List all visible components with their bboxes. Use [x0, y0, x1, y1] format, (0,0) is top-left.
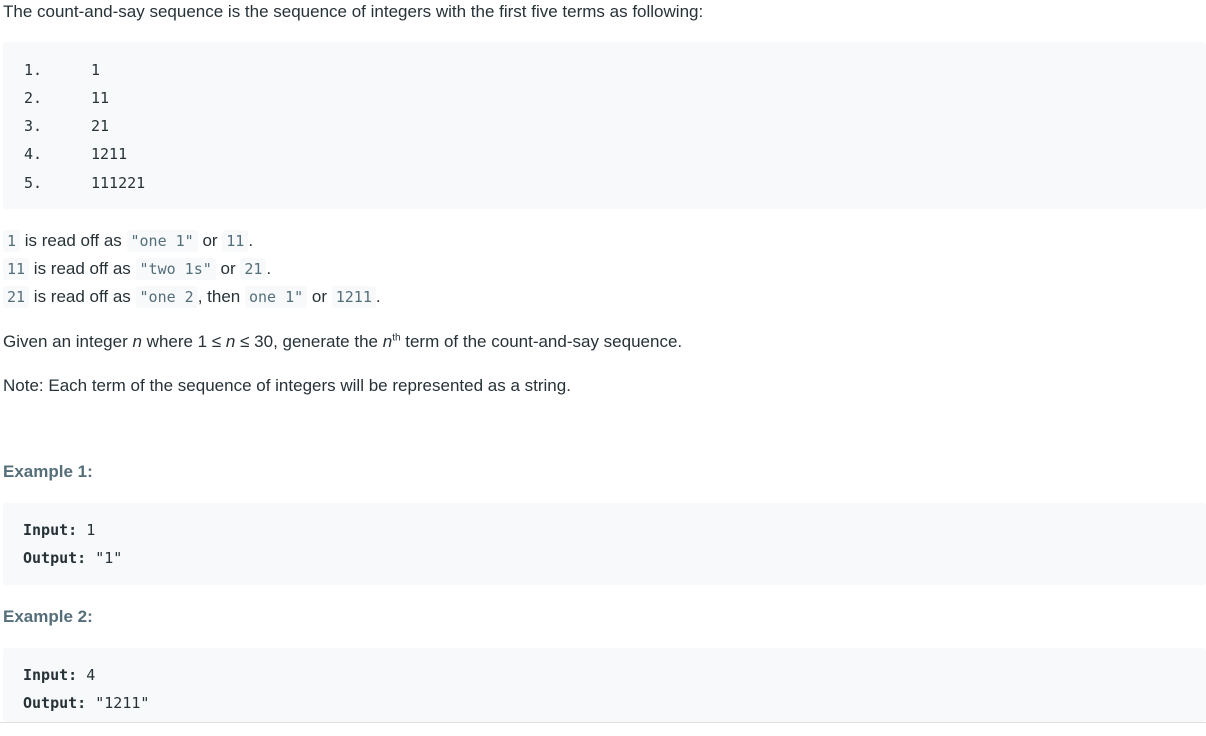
- read-off-text: or: [307, 287, 332, 306]
- example-block: Input: 4 Output: "1211": [3, 648, 1206, 722]
- example-output: Output: "1": [23, 548, 122, 568]
- sequence-term: 1: [91, 61, 101, 79]
- read-off-line: 21 is read off as "one 2, then one 1" or…: [3, 283, 381, 311]
- read-off-text: .: [266, 259, 272, 278]
- read-off-line: 11 is read off as "two 1s" or 21.: [3, 255, 271, 283]
- sequence-term: 111221: [91, 174, 146, 192]
- output-value: "1211": [86, 694, 150, 712]
- inline-code: "two 1s": [135, 258, 216, 280]
- example-block: Input: 1 Output: "1": [3, 503, 1206, 585]
- inline-code: 11: [3, 258, 30, 280]
- sequence-index: 3.: [24, 117, 43, 135]
- inline-code: one 1": [244, 286, 308, 308]
- divider: [0, 722, 1206, 723]
- inline-code: 21: [240, 258, 267, 280]
- output-value: "1": [86, 549, 123, 567]
- inline-code: 21: [3, 286, 30, 308]
- sequence-index: 5.: [24, 174, 43, 192]
- sequence-row: 5. 111221: [24, 173, 145, 193]
- read-off-text: or: [197, 231, 223, 250]
- variable-n: n: [225, 332, 236, 351]
- inline-code: "one 1": [126, 230, 198, 252]
- input-value: 1: [77, 521, 96, 539]
- output-label: Output:: [23, 549, 87, 567]
- example-input: Input: 1: [23, 520, 95, 540]
- sequence-index: 2.: [24, 89, 43, 107]
- input-label: Input:: [23, 521, 78, 539]
- read-off-text: .: [375, 287, 381, 306]
- read-off-text: or: [215, 259, 241, 278]
- output-label: Output:: [23, 694, 87, 712]
- inline-code: 1211: [331, 286, 376, 308]
- constraint-part: ≤ 30, generate the: [235, 332, 383, 351]
- sequence-row: 3. 21: [24, 116, 109, 136]
- read-off-line: 1 is read off as "one 1" or 11.: [3, 227, 253, 255]
- variable-n: n: [382, 332, 393, 351]
- variable-n: n: [132, 332, 142, 351]
- read-off-text: .: [248, 231, 254, 250]
- note-text: Note: Each term of the sequence of integ…: [3, 376, 571, 395]
- constraint-part: term of the count-and-say sequence.: [400, 332, 683, 351]
- sequence-row: 4. 1211: [24, 144, 127, 164]
- constraint-part: Given an integer: [3, 332, 133, 351]
- example-input: Input: 4: [23, 665, 95, 685]
- read-off-text: , then: [197, 287, 245, 306]
- constraint-text: Given an integer n where 1 ≤ n ≤ 30, gen…: [3, 331, 682, 353]
- sequence-index: 1.: [24, 61, 43, 79]
- example-heading: Example 2:: [3, 607, 93, 626]
- sequence-term: 21: [91, 117, 110, 135]
- example-heading: Example 1:: [3, 462, 93, 481]
- superscript: th: [392, 332, 401, 344]
- sequence-row: 1. 1: [24, 60, 100, 80]
- inline-code: 1: [3, 230, 21, 252]
- example-output: Output: "1211": [23, 693, 149, 713]
- input-label: Input:: [23, 666, 78, 684]
- input-value: 4: [77, 666, 96, 684]
- intro-text: The count-and-say sequence is the sequen…: [3, 2, 704, 21]
- constraint-part: where 1 ≤: [141, 332, 226, 351]
- sequence-block: 1. 1 2. 11 3. 21 4. 1211 5. 111221: [3, 42, 1206, 209]
- read-off-text: is read off as: [29, 287, 136, 306]
- inline-code: "one 2: [135, 286, 198, 308]
- sequence-index: 4.: [24, 145, 43, 163]
- sequence-row: 2. 11: [24, 88, 109, 108]
- inline-code: 11: [222, 230, 249, 252]
- sequence-term: 11: [91, 89, 110, 107]
- read-off-text: is read off as: [29, 259, 136, 278]
- read-off-text: is read off as: [20, 231, 127, 250]
- sequence-term: 1211: [91, 145, 128, 163]
